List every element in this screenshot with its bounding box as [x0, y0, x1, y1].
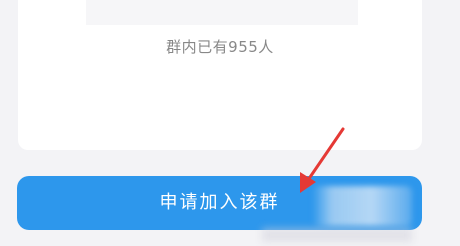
member-count-text: 群内已有955人: [166, 38, 274, 56]
group-info-card: 群内已有955人: [18, 0, 422, 150]
blurred-region-lower: [262, 228, 412, 242]
join-group-label: 申请加入该群: [159, 192, 280, 213]
blurred-region: [312, 186, 412, 226]
group-members-preview: [86, 0, 358, 25]
